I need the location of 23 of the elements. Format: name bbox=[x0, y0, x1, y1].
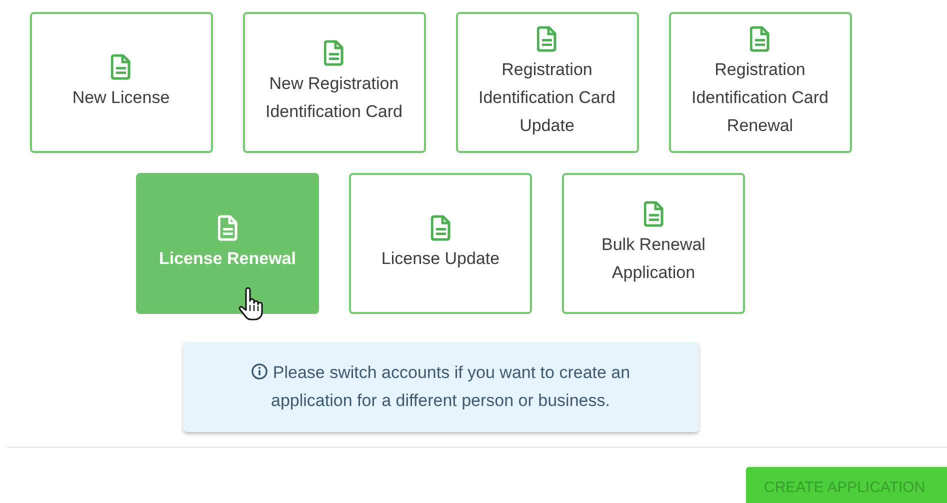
card-label: Bulk Renewal Application bbox=[600, 234, 706, 284]
document-icon bbox=[111, 54, 131, 80]
document-icon bbox=[750, 26, 770, 52]
info-icon bbox=[250, 363, 268, 380]
document-icon bbox=[537, 26, 557, 52]
document-icon bbox=[324, 40, 344, 66]
card-label: Registration Identification Card Renewal bbox=[690, 58, 830, 136]
hand-cursor-icon bbox=[238, 287, 264, 321]
document-icon bbox=[644, 200, 664, 226]
document-icon bbox=[218, 214, 238, 240]
card-label: License Renewal bbox=[158, 248, 296, 270]
card-label: New License bbox=[72, 86, 170, 108]
card-label: New Registration Identification Card bbox=[264, 72, 404, 122]
card-label: License Update bbox=[381, 248, 500, 270]
card-label: Registration Identification Card Update bbox=[477, 58, 617, 136]
application-type-card[interactable]: Registration Identification Card Update bbox=[456, 12, 638, 153]
application-type-card[interactable]: New Registration Identification Card bbox=[242, 12, 426, 153]
notice-text: Please switch accounts if you want to create an application for a different person or business. bbox=[271, 363, 630, 410]
application-type-card[interactable]: License Update bbox=[349, 173, 532, 314]
application-type-card[interactable]: Bulk Renewal Application bbox=[562, 173, 745, 314]
document-icon bbox=[430, 214, 450, 240]
application-type-card[interactable]: Registration Identification Card Renewal bbox=[668, 12, 852, 153]
application-type-card[interactable]: New License bbox=[30, 12, 212, 153]
